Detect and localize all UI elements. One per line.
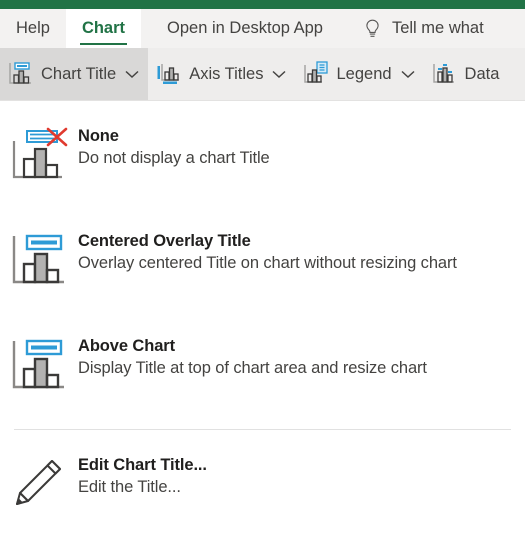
ribbon-button-chart-title[interactable]: Chart Title: [0, 48, 149, 100]
ribbon-button-data-labels-label: Data: [464, 64, 500, 83]
chart-title-above-chart-icon: [0, 335, 78, 395]
legend-icon: [302, 60, 329, 88]
menu-item-none-title: None: [78, 127, 119, 145]
ribbon-button-axis-titles-label: Axis Titles: [189, 64, 264, 83]
ribbon-tab-bar: Help Chart Open in Desktop App Tell me w…: [0, 9, 525, 48]
menu-item-above-chart-text: Above Chart Display Title at top of char…: [78, 335, 427, 379]
menu-item-centered-overlay-title-text: Centered Overlay Title Overlay centered …: [78, 230, 457, 274]
chart-title-dropdown-menu: None Do not display a chart Title Center…: [0, 101, 525, 546]
menu-item-none[interactable]: None Do not display a chart Title: [0, 125, 525, 185]
ribbon-button-axis-titles[interactable]: Axis Titles: [148, 48, 295, 100]
menu-item-above-chart[interactable]: Above Chart Display Title at top of char…: [0, 335, 525, 395]
tab-help-label: Help: [16, 19, 50, 37]
tell-me-search-button[interactable]: Tell me what: [337, 9, 498, 48]
menu-item-above-chart-title: Above Chart: [78, 337, 175, 355]
ribbon-button-data-labels[interactable]: Data: [424, 48, 509, 100]
menu-item-none-text: None Do not display a chart Title: [78, 125, 270, 169]
data-labels-icon: [431, 60, 457, 88]
menu-item-edit-chart-title-text: Edit Chart Title... Edit the Title...: [78, 454, 207, 498]
chevron-down-icon: [272, 70, 286, 79]
menu-item-edit-chart-title[interactable]: Edit Chart Title... Edit the Title...: [0, 454, 525, 514]
menu-item-edit-chart-title-title: Edit Chart Title...: [78, 456, 207, 474]
menu-item-above-chart-description: Display Title at top of chart area and r…: [78, 359, 427, 377]
chart-title-icon: [7, 60, 33, 88]
menu-divider: [14, 429, 511, 430]
open-in-desktop-app-button[interactable]: Open in Desktop App: [141, 9, 337, 48]
chevron-down-icon: [401, 70, 415, 79]
menu-item-centered-overlay-title-description: Overlay centered Title on chart without …: [78, 254, 457, 272]
chart-ribbon: Chart Title Axis Titles Legend Data: [0, 48, 525, 101]
lightbulb-icon: [363, 18, 382, 40]
excel-online-chart-title-menu: Help Chart Open in Desktop App Tell me w…: [0, 0, 525, 546]
chart-title-none-icon: [0, 125, 78, 185]
app-title-bar: [0, 0, 525, 9]
chart-title-centered-overlay-icon: [0, 230, 78, 290]
menu-item-centered-overlay-title-title: Centered Overlay Title: [78, 232, 251, 250]
tell-me-label: Tell me what: [391, 19, 484, 37]
tab-help[interactable]: Help: [0, 9, 66, 48]
ribbon-button-legend[interactable]: Legend: [295, 48, 423, 100]
pencil-icon: [0, 454, 78, 514]
chevron-down-icon: [125, 70, 139, 79]
menu-item-centered-overlay-title[interactable]: Centered Overlay Title Overlay centered …: [0, 230, 525, 290]
open-in-desktop-app-label: Open in Desktop App: [167, 19, 323, 37]
tab-chart[interactable]: Chart: [65, 9, 142, 48]
menu-item-edit-chart-title-description: Edit the Title...: [78, 478, 181, 496]
menu-item-none-description: Do not display a chart Title: [78, 149, 270, 167]
axis-titles-icon: [155, 60, 181, 88]
tab-chart-label: Chart: [81, 19, 126, 37]
ribbon-button-legend-label: Legend: [336, 64, 392, 83]
ribbon-button-chart-title-label: Chart Title: [41, 64, 117, 83]
